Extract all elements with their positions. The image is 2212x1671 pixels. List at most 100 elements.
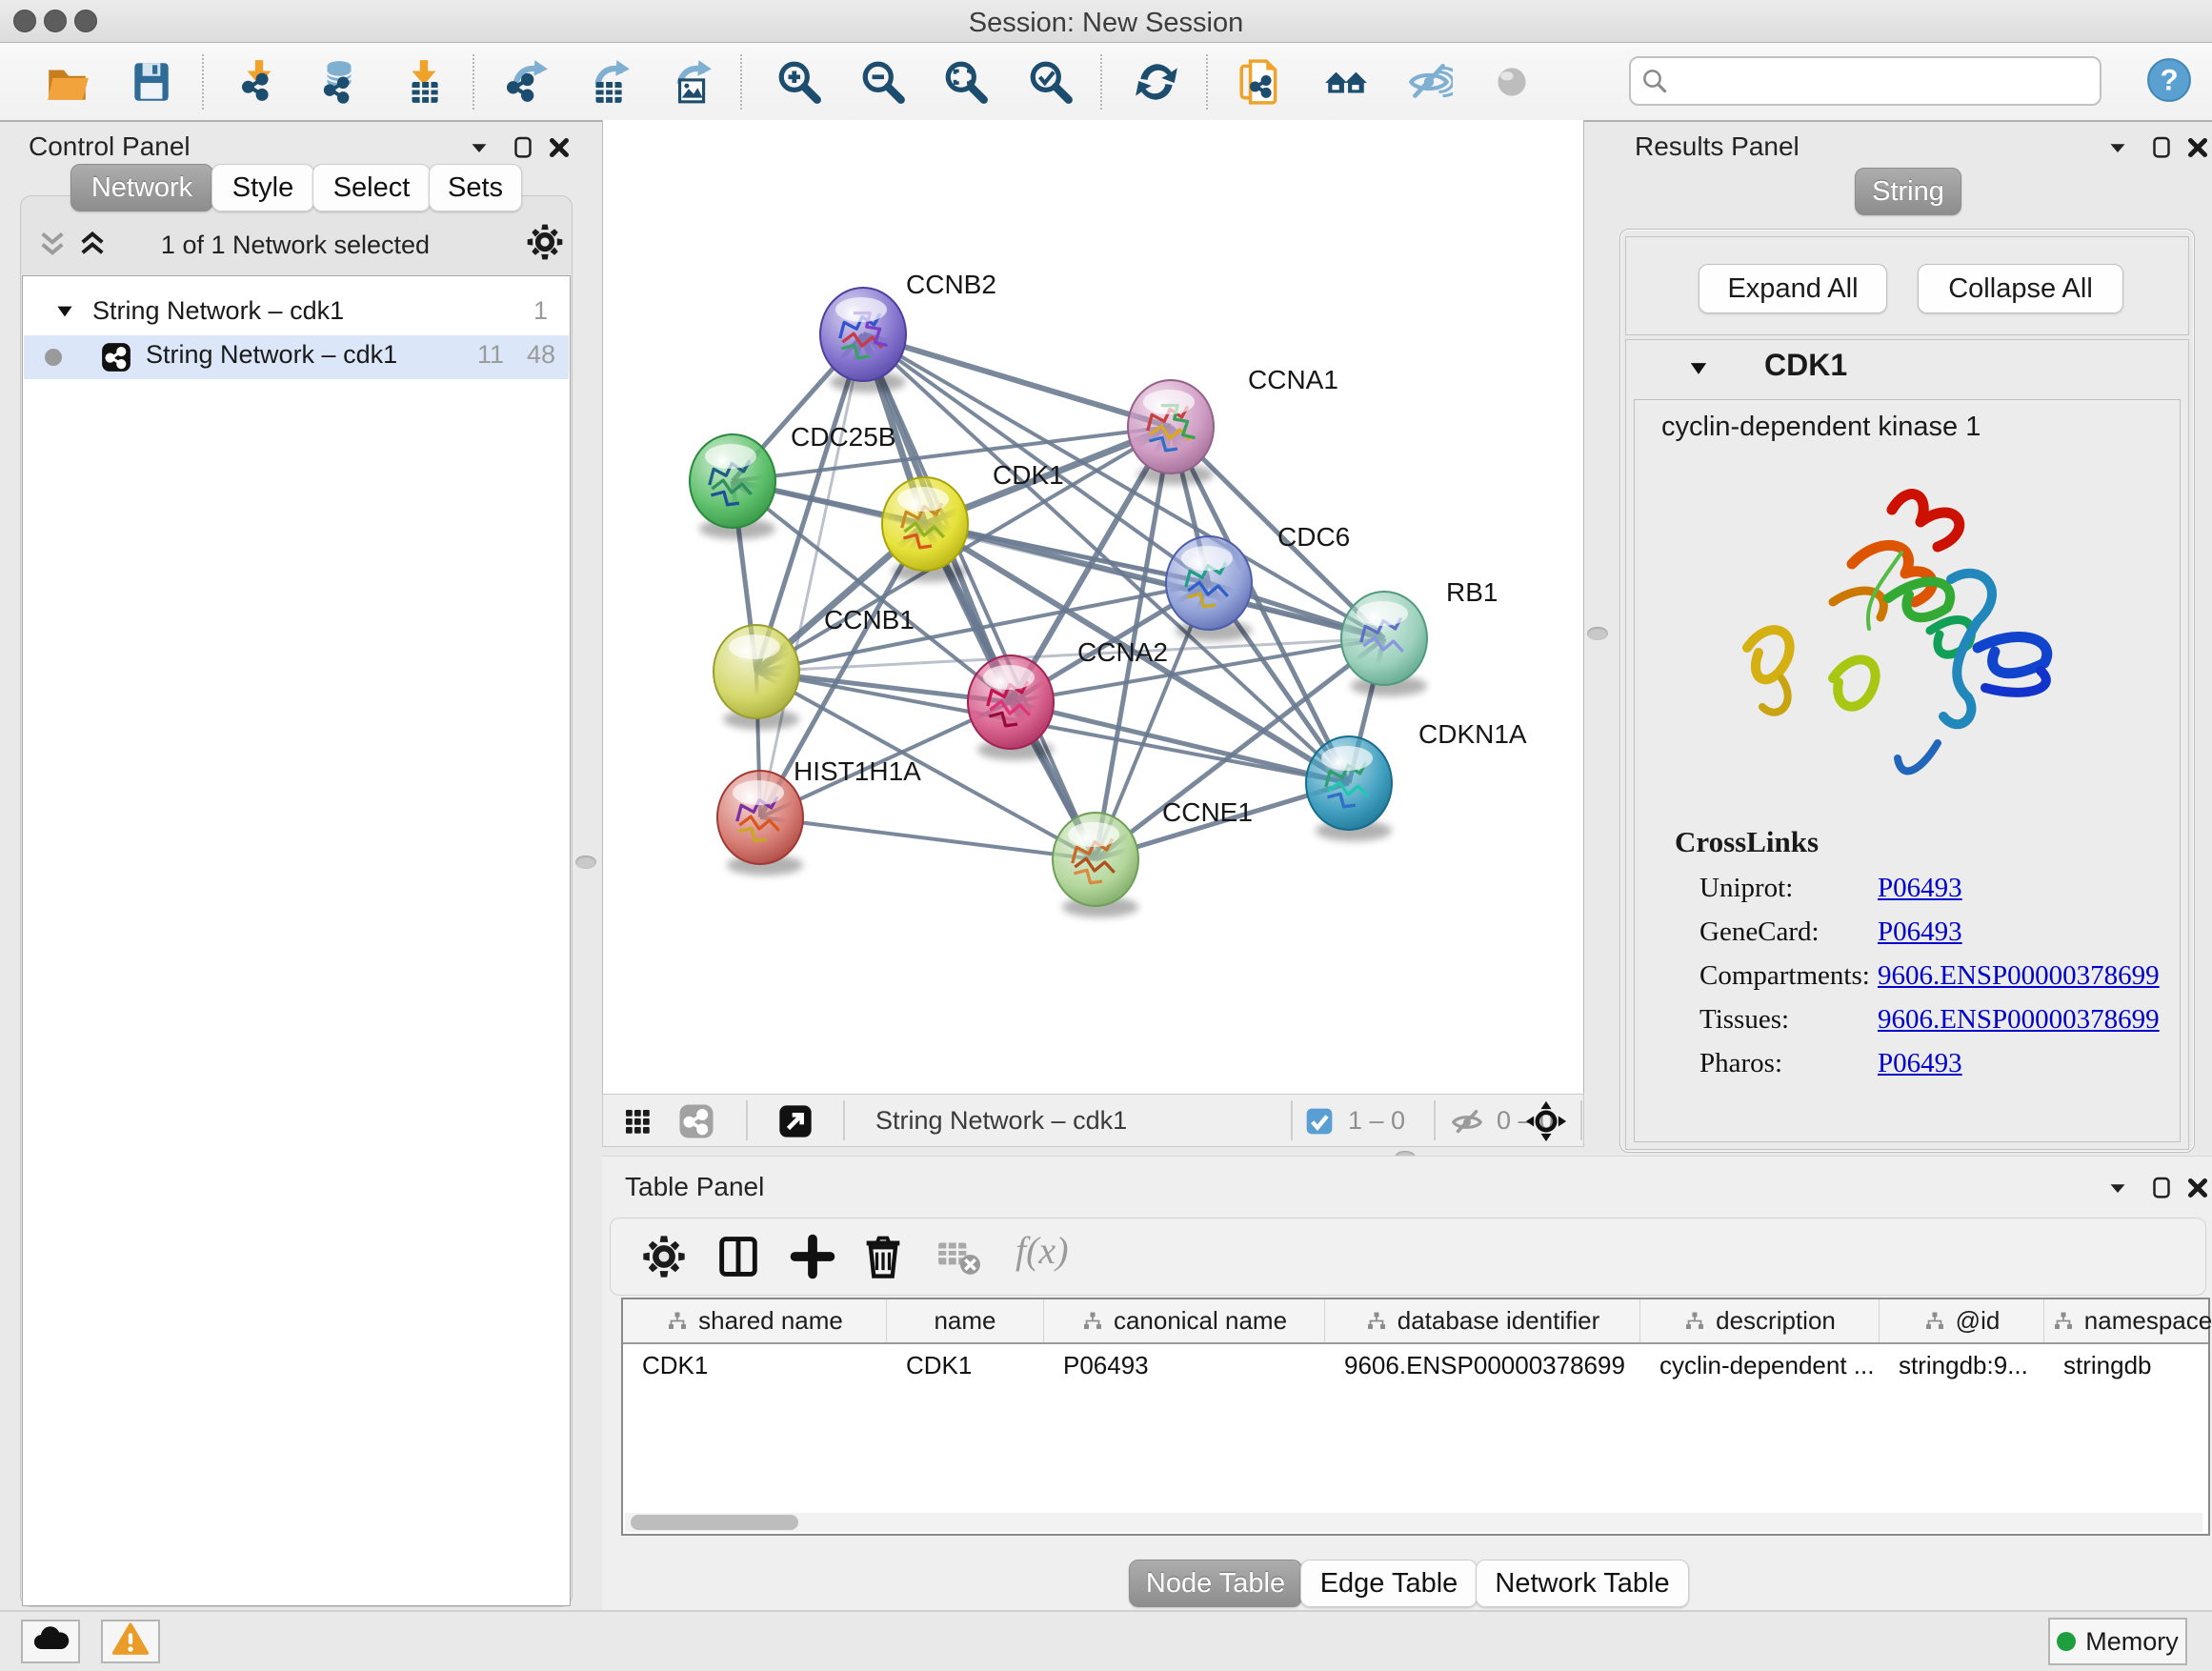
string-import-icon[interactable]	[1237, 58, 1284, 106]
export-image-icon[interactable]	[666, 58, 714, 106]
node-CCNA2[interactable]	[968, 655, 1054, 760]
node-CDK1[interactable]	[882, 477, 968, 582]
cell--id[interactable]: stringdb:9...	[1880, 1344, 2043, 1386]
column-header-shared-name[interactable]: shared name	[623, 1299, 887, 1342]
cell-name[interactable]: CDK1	[887, 1344, 1043, 1386]
crosslink-link[interactable]: 9606.ENSP00000378699	[1878, 960, 2160, 992]
left-splitter-handle[interactable]	[575, 856, 596, 869]
cloud-button[interactable]	[21, 1620, 80, 1663]
show-graphics-icon[interactable]	[1405, 58, 1453, 106]
cell-canonical-name[interactable]: P06493	[1044, 1344, 1324, 1386]
network-canvas[interactable]: CCNB2CCNA1CDC25BCDK1CDC6RB1CCNB1CCNA2CDK…	[602, 120, 1584, 1094]
collection-expander-icon[interactable]	[52, 299, 77, 331]
network-graph[interactable]: CCNB2CCNA1CDC25BCDK1CDC6RB1CCNB1CCNA2CDK…	[603, 120, 1583, 1094]
tab-string[interactable]: String	[1855, 168, 1961, 215]
tab-style[interactable]: Style	[211, 164, 314, 211]
node-CCNB2[interactable]	[820, 288, 906, 393]
table-hscrollbar[interactable]	[625, 1513, 2202, 1532]
column-header-database-identifier[interactable]: database identifier	[1325, 1299, 1640, 1342]
table-panel-close-icon[interactable]	[2183, 1174, 2212, 1206]
zoom-out-icon[interactable]	[859, 58, 907, 106]
node-label-CDKN1A: CDKN1A	[1418, 719, 1527, 749]
tab-edge-table[interactable]: Edge Table	[1300, 1560, 1478, 1607]
svg-text:?: ?	[2160, 63, 2178, 96]
export-network-icon[interactable]	[502, 58, 550, 106]
results-panel-float-icon[interactable]	[2147, 133, 2182, 166]
network-collection-row[interactable]: String Network – cdk1 1	[24, 292, 569, 335]
edge-HIST1H1A-CCNE1[interactable]	[760, 817, 1096, 859]
search-box[interactable]	[1629, 56, 2101, 106]
node-CCNB1[interactable]	[714, 625, 799, 730]
table-gear-icon[interactable]	[639, 1232, 689, 1281]
results-panel-collapse-icon[interactable]	[2103, 133, 2138, 166]
warnings-button[interactable]	[101, 1620, 160, 1663]
memory-button[interactable]: Memory	[2048, 1618, 2187, 1665]
node-CCNA1[interactable]	[1128, 380, 1214, 485]
column-header-canonical-name[interactable]: canonical name	[1044, 1299, 1325, 1342]
string-home-icon[interactable]	[1322, 58, 1370, 106]
tab-node-table[interactable]: Node Table	[1129, 1560, 1302, 1607]
help-icon[interactable]: ?	[2145, 56, 2193, 109]
grid-view-icon[interactable]	[620, 1104, 654, 1143]
tab-select[interactable]: Select	[312, 164, 431, 211]
crosslink-link[interactable]: 9606.ENSP00000378699	[1878, 1004, 2160, 1036]
collapse-all-button[interactable]: Collapse All	[1918, 264, 2123, 313]
table-panel-collapse-icon[interactable]	[2103, 1174, 2138, 1206]
crosslink-link[interactable]: P06493	[1878, 873, 1962, 904]
cell-shared-name[interactable]: CDK1	[623, 1344, 886, 1386]
cell-description[interactable]: cyclin-dependent ...	[1640, 1344, 1879, 1386]
show-columns-icon[interactable]	[714, 1232, 763, 1281]
entry-expander-icon[interactable]	[1685, 355, 1712, 387]
zoom-selected-icon[interactable]	[1027, 58, 1075, 106]
table-hscroll-thumb[interactable]	[631, 1515, 798, 1530]
tab-network-table[interactable]: Network Table	[1476, 1560, 1689, 1607]
node-CCNE1[interactable]	[1053, 813, 1138, 917]
cell-database-identifier[interactable]: 9606.ENSP00000378699	[1325, 1344, 1639, 1386]
node-label-CCNA1: CCNA1	[1248, 365, 1338, 394]
zoom-in-icon[interactable]	[775, 58, 823, 106]
node-table[interactable]: shared namenamecanonical namedatabase id…	[621, 1298, 2210, 1536]
import-network-icon[interactable]	[235, 58, 283, 106]
tab-sets[interactable]: Sets	[429, 164, 522, 211]
results-panel-close-icon[interactable]	[2183, 133, 2212, 166]
open-view-icon[interactable]	[776, 1102, 814, 1145]
network-view-badge-icon[interactable]	[677, 1102, 715, 1145]
export-table-icon[interactable]	[584, 58, 632, 106]
crosslink-link[interactable]: P06493	[1878, 916, 1962, 948]
hidden-eye-icon[interactable]	[1449, 1104, 1485, 1145]
save-session-icon[interactable]	[128, 58, 175, 106]
edge-CCNB2-CCNA1[interactable]	[863, 334, 1171, 427]
column-header-namespace[interactable]: namespace	[2044, 1299, 2212, 1342]
node-CDC25B[interactable]	[690, 434, 775, 539]
network-options-gear-icon[interactable]	[524, 221, 566, 268]
zoom-fit-icon[interactable]	[942, 58, 990, 106]
tab-network[interactable]: Network	[70, 164, 213, 211]
node-CDKN1A[interactable]	[1306, 736, 1392, 841]
node-HIST1H1A[interactable]	[717, 771, 803, 876]
open-session-icon[interactable]	[44, 58, 91, 106]
import-table-icon[interactable]	[400, 58, 448, 106]
delete-column-icon[interactable]	[858, 1232, 908, 1281]
refresh-layout-icon[interactable]	[1133, 58, 1180, 106]
column-header-description[interactable]: description	[1640, 1299, 1880, 1342]
expand-all-button[interactable]: Expand All	[1699, 264, 1887, 313]
node-RB1[interactable]	[1341, 592, 1427, 696]
import-database-icon[interactable]	[315, 58, 363, 106]
edge-CCNB2-HIST1H1A[interactable]	[760, 334, 863, 817]
selected-checkbox-icon[interactable]	[1304, 1106, 1335, 1141]
control-panel-collapse-icon[interactable]	[465, 133, 499, 166]
presentation-icon[interactable]	[1488, 58, 1536, 106]
control-panel-close-icon[interactable]	[545, 133, 579, 166]
column-header-name[interactable]: name	[887, 1299, 1044, 1342]
table-panel-float-icon[interactable]	[2147, 1174, 2182, 1206]
column-header--id[interactable]: @id	[1880, 1299, 2044, 1342]
crosslink-link[interactable]: P06493	[1878, 1048, 1962, 1079]
main-toolbar: ?	[0, 43, 2212, 122]
control-panel-float-icon[interactable]	[509, 133, 543, 166]
cell-namespace[interactable]: stringdb	[2044, 1344, 2212, 1386]
network-row-selected[interactable]: String Network – cdk1 11 48	[24, 335, 569, 379]
fit-content-icon[interactable]	[1525, 1100, 1567, 1147]
right-splitter-handle[interactable]	[1587, 627, 1608, 640]
add-column-icon[interactable]	[788, 1232, 837, 1281]
search-input[interactable]	[1680, 62, 2084, 98]
